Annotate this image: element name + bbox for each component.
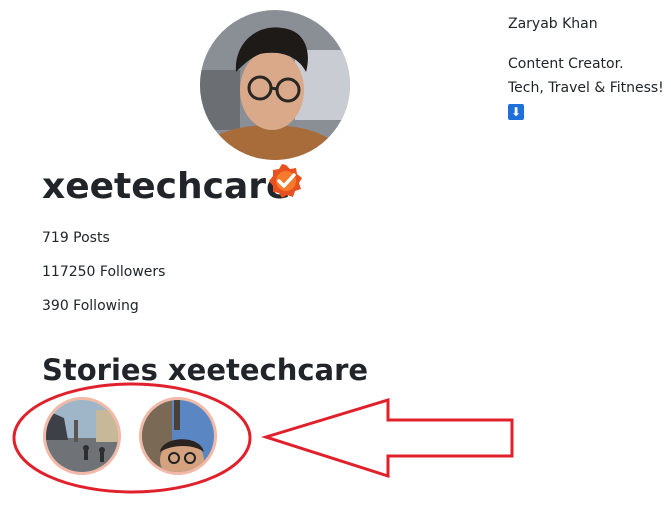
bio-section: Zaryab Khan Content Creator. Tech, Trave… <box>508 12 664 124</box>
profile-photo-icon <box>200 10 350 160</box>
followers-count[interactable]: 117250 Followers <box>42 264 165 280</box>
story-item[interactable] <box>139 397 217 475</box>
bio-line-1: Content Creator. <box>508 56 624 72</box>
full-name: Zaryab Khan <box>508 16 598 32</box>
bio-line-2: Tech, Travel & Fitness! <box>508 80 664 96</box>
street-scene-thumbnail-icon <box>46 400 118 472</box>
profile-avatar[interactable] <box>200 10 350 160</box>
selfie-thumbnail-icon <box>142 400 214 472</box>
following-count[interactable]: 390 Following <box>42 298 139 314</box>
stories-title: Stories xeetechcare <box>42 353 369 387</box>
posts-count: 719 Posts <box>42 230 110 246</box>
username: xeetechcare <box>42 166 291 207</box>
verified-badge-icon <box>269 164 302 198</box>
down-arrow-icon: ⬇ <box>508 104 524 120</box>
story-item[interactable] <box>43 397 121 475</box>
annotation-arrow-icon <box>260 397 514 479</box>
